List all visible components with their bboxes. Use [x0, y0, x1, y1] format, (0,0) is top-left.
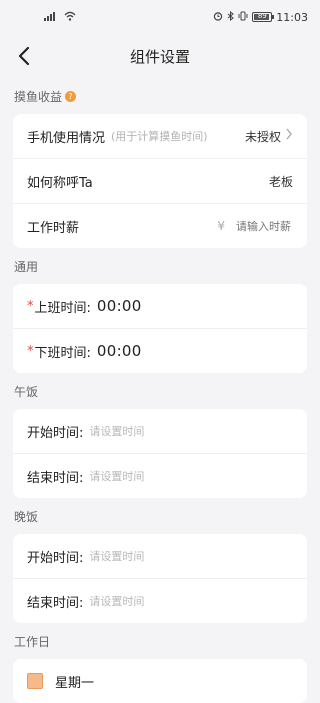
dinner-end-placeholder[interactable]: 请设置时间 — [89, 593, 144, 609]
lunch-end-label: 结束时间: — [27, 470, 84, 486]
nickname-label: 如何称呼Ta — [27, 175, 93, 191]
phone-usage-status: 未授权 — [244, 129, 281, 144]
section-label-dinner: 晚饭 — [14, 509, 39, 524]
phone-usage-hint: (用于计算摸鱼时间) — [111, 130, 208, 143]
salary-input[interactable] — [225, 218, 293, 234]
vibrate-icon — [238, 11, 248, 24]
battery-level: 89 — [257, 12, 267, 20]
section-label-workdays: 工作日 — [14, 634, 51, 649]
dinner-start-row[interactable]: 开始时间: 请设置时间 — [13, 534, 307, 579]
start-work-row[interactable]: * 上班时间: 00:00 — [13, 284, 307, 329]
battery-icon: 89 — [252, 12, 275, 22]
salary-label: 工作时薪 — [27, 220, 80, 236]
dinner-end-row[interactable]: 结束时间: 请设置时间 — [13, 579, 307, 623]
dinner-start-label: 开始时间: — [27, 550, 84, 566]
workdays-card: 星期一 — [13, 659, 307, 703]
lunch-start-placeholder[interactable]: 请设置时间 — [89, 423, 144, 439]
bluetooth-icon — [227, 10, 235, 24]
back-button[interactable] — [8, 40, 40, 72]
status-left-icons — [44, 11, 76, 24]
dinner-card: 开始时间: 请设置时间 结束时间: 请设置时间 — [13, 534, 307, 623]
clock-time: 11:03 — [276, 10, 308, 24]
section-title: 摸鱼收益 — [14, 89, 63, 104]
chevron-right-icon — [285, 128, 293, 144]
end-work-label: 下班时间: — [34, 345, 91, 361]
nickname-value: 老板 — [268, 174, 293, 189]
section-label-common: 通用 — [14, 259, 39, 274]
workday-label: 星期一 — [55, 675, 95, 691]
workday-row-monday[interactable]: 星期一 — [13, 659, 307, 703]
phone-usage-row[interactable]: 手机使用情况 (用于计算摸鱼时间) 未授权 — [13, 114, 307, 159]
wifi-icon — [64, 11, 76, 24]
page-title: 组件设置 — [129, 47, 190, 66]
salary-row: 工作时薪 ¥ — [13, 204, 307, 248]
dinner-end-label: 结束时间: — [27, 595, 84, 611]
lunch-end-placeholder[interactable]: 请设置时间 — [89, 468, 144, 484]
help-icon[interactable]: ? — [65, 90, 77, 102]
status-right-icons: 89 11:03 — [213, 10, 308, 24]
lunch-card: 开始时间: 请设置时间 结束时间: 请设置时间 — [13, 409, 307, 498]
lunch-end-row[interactable]: 结束时间: 请设置时间 — [13, 454, 307, 498]
required-mark: * — [27, 298, 34, 314]
dinner-start-placeholder[interactable]: 请设置时间 — [89, 548, 144, 564]
common-card: * 上班时间: 00:00 * 下班时间: 00:00 — [13, 284, 307, 373]
nickname-row[interactable]: 如何称呼Ta 老板 — [13, 159, 307, 204]
moyu-card: 手机使用情况 (用于计算摸鱼时间) 未授权 如何称呼Ta 老板 工作时薪 ¥ — [13, 114, 307, 248]
status-bar: 89 11:03 — [0, 0, 320, 34]
currency-symbol: ¥ — [217, 219, 225, 233]
start-work-time[interactable]: 00:00 — [97, 297, 142, 315]
end-work-time[interactable]: 00:00 — [97, 342, 142, 360]
lunch-start-row[interactable]: 开始时间: 请设置时间 — [13, 409, 307, 454]
end-work-row[interactable]: * 下班时间: 00:00 — [13, 329, 307, 373]
monday-checkbox[interactable] — [27, 673, 43, 689]
section-label-lunch: 午饭 — [14, 384, 39, 399]
alarm-icon — [213, 11, 223, 24]
chevron-left-icon — [18, 46, 30, 66]
start-work-label: 上班时间: — [34, 300, 91, 316]
required-mark: * — [27, 343, 34, 359]
navigation-bar: 组件设置 — [0, 34, 320, 78]
phone-usage-label: 手机使用情况 — [27, 130, 106, 146]
signal-icon — [44, 11, 60, 24]
section-label-moyu: 摸鱼收益 ? — [0, 86, 320, 106]
lunch-start-label: 开始时间: — [27, 425, 84, 441]
